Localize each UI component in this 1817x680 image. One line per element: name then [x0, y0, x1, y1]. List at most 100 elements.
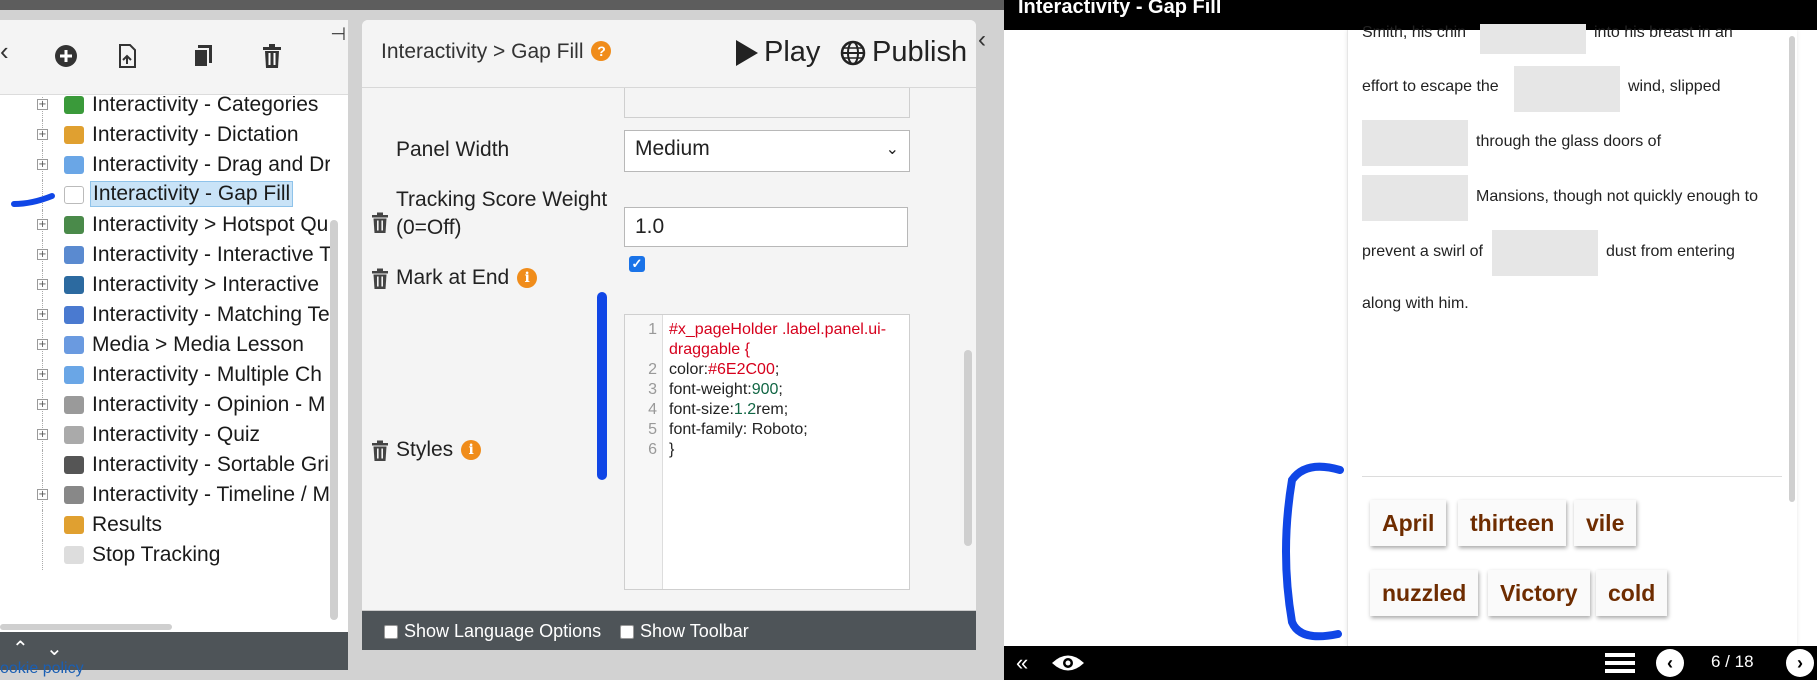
help-icon[interactable]: ?: [591, 41, 612, 61]
menu-icon[interactable]: [1605, 652, 1635, 674]
mark-at-end-checkbox[interactable]: ✓: [629, 256, 645, 272]
tree-item[interactable]: + Interactivity > Interactive: [0, 270, 330, 300]
styles-code-editor[interactable]: 1 2 3 4 5 6 #x_pageHolder .label.panel.ui-dra…: [624, 314, 910, 590]
eye-icon[interactable]: [1050, 652, 1086, 674]
tree-item[interactable]: + Interactivity - Quiz: [0, 420, 330, 450]
tracking-score-input[interactable]: 1.0: [624, 207, 908, 247]
passage-text: dust from entering: [1606, 243, 1735, 260]
info-icon[interactable]: i: [461, 440, 482, 460]
duplicate-page-button[interactable]: [187, 40, 219, 72]
page-type-icon: [64, 156, 84, 174]
tree-item[interactable]: + Media > Media Lesson: [0, 330, 330, 360]
add-page-button[interactable]: [50, 40, 82, 72]
line-number: 5: [648, 421, 657, 438]
tree-item-label: Interactivity - Drag and Dr: [92, 153, 330, 176]
expand-icon[interactable]: +: [37, 309, 48, 320]
editor-area: ‹ ⊣ + Interactivity - Categories + Interact…: [0, 0, 1004, 680]
chevron-right-icon: ›: [1797, 653, 1803, 673]
play-button[interactable]: Play: [736, 36, 820, 69]
double-chevron-left-icon[interactable]: «: [1016, 650, 1028, 676]
tree-item[interactable]: + Interactivity - Matching Te: [0, 300, 330, 330]
tree-item[interactable]: + Interactivity - Dictation: [0, 120, 330, 150]
page-type-icon: [64, 546, 84, 564]
expand-icon[interactable]: +: [37, 339, 48, 350]
line-number: 4: [648, 401, 657, 418]
tree-item[interactable]: + Interactivity - Timeline / M: [0, 480, 330, 510]
expand-icon[interactable]: +: [37, 429, 48, 440]
tree-item[interactable]: + Interactivity > Hotspot Qu: [0, 210, 330, 240]
tree-item[interactable]: + Interactivity - Multiple Ch: [0, 360, 330, 390]
page-tree: + Interactivity - Categories + Interactivit…: [0, 96, 330, 621]
tree-item[interactable]: + Interactivity - Drag and Dr: [0, 150, 330, 180]
expand-icon[interactable]: +: [37, 369, 48, 380]
expand-icon[interactable]: +: [37, 99, 48, 110]
chevron-left-icon[interactable]: ‹: [0, 36, 9, 67]
line-number: 2: [648, 361, 657, 378]
show-language-label: Show Language Options: [404, 621, 602, 641]
gap-slot[interactable]: [1514, 66, 1620, 112]
show-toolbar-toggle[interactable]: Show Toolbar: [620, 621, 749, 642]
show-toolbar-checkbox[interactable]: [620, 624, 634, 639]
file-import-icon: [119, 44, 136, 68]
draggable-word-chip[interactable]: nuzzled: [1370, 570, 1479, 616]
chevron-left-icon[interactable]: ‹: [978, 26, 986, 54]
trash-icon[interactable]: [371, 212, 389, 234]
content-scrollbar[interactable]: [1789, 36, 1795, 502]
gap-slot[interactable]: [1362, 120, 1468, 166]
draggable-word-chip[interactable]: thirteen: [1458, 500, 1567, 546]
tracking-score-label-line2: (0=Off): [396, 216, 462, 239]
preview-footer: « ‹ 6 / 18 ›: [1004, 646, 1817, 680]
panel-width-select[interactable]: Medium ⌄: [624, 130, 910, 172]
page-type-icon: [64, 426, 84, 444]
draggable-word-chip[interactable]: vile: [1574, 500, 1637, 546]
code-line: draggable {: [669, 339, 750, 361]
gap-slot[interactable]: [1480, 24, 1586, 54]
cookie-policy-link[interactable]: ookie policy: [0, 660, 84, 678]
code-token: }: [669, 441, 675, 458]
import-page-button[interactable]: [111, 40, 143, 72]
tree-item[interactable]: Interactivity - Sortable Gri: [0, 450, 330, 480]
move-up-icon[interactable]: ⌃: [12, 636, 29, 660]
expand-icon[interactable]: +: [37, 159, 48, 170]
publish-button[interactable]: Publish: [840, 36, 967, 69]
expand-icon[interactable]: +: [37, 399, 48, 410]
previous-page-button[interactable]: ‹: [1656, 649, 1684, 677]
mark-at-end-text: Mark at End: [396, 266, 510, 289]
trash-icon[interactable]: [371, 268, 389, 290]
next-page-button[interactable]: ›: [1786, 649, 1814, 677]
expand-icon[interactable]: +: [37, 219, 48, 230]
expand-icon[interactable]: +: [37, 129, 48, 140]
show-language-checkbox[interactable]: [384, 624, 398, 639]
tree-horizontal-scrollbar[interactable]: [0, 624, 172, 630]
pin-icon[interactable]: ⊣: [330, 24, 346, 45]
gap-slot[interactable]: [1362, 175, 1468, 221]
code-value: 1.2: [733, 401, 757, 418]
tree-item[interactable]: + Interactivity - Opinion - M: [0, 390, 330, 420]
tree-item-label: Results: [92, 513, 163, 536]
delete-page-button[interactable]: [256, 40, 288, 72]
draggable-word-chip[interactable]: April: [1370, 500, 1447, 546]
tree-item[interactable]: + Interactivity - Interactive T: [0, 240, 330, 270]
draggable-word-chip[interactable]: Victory: [1488, 570, 1590, 616]
show-language-options-toggle[interactable]: Show Language Options: [384, 621, 601, 642]
tree-item[interactable]: Stop Tracking: [0, 540, 330, 570]
tree-item[interactable]: + Interactivity - Categories: [0, 96, 330, 120]
expand-icon[interactable]: +: [37, 249, 48, 260]
move-down-icon[interactable]: ⌄: [46, 636, 63, 660]
draggable-word-chip[interactable]: cold: [1596, 570, 1668, 616]
code-token: draggable {: [669, 341, 750, 358]
previous-field-textarea[interactable]: [624, 88, 910, 118]
tree-item[interactable]: Results: [0, 510, 330, 540]
annotation-stroke: [11, 193, 55, 207]
expand-icon[interactable]: +: [37, 489, 48, 500]
properties-scrollbar[interactable]: [964, 350, 972, 546]
tree-scrollbar[interactable]: [330, 220, 338, 620]
trash-icon[interactable]: [371, 440, 389, 462]
expand-icon[interactable]: +: [37, 279, 48, 290]
passage-text: Smith, his chin: [1362, 24, 1467, 41]
tree-item-label: Interactivity - Matching Te: [92, 303, 330, 326]
page-type-icon: [64, 186, 84, 204]
gap-slot[interactable]: [1492, 230, 1598, 276]
panel-width-value: Medium: [635, 137, 710, 160]
info-icon[interactable]: i: [517, 268, 538, 288]
